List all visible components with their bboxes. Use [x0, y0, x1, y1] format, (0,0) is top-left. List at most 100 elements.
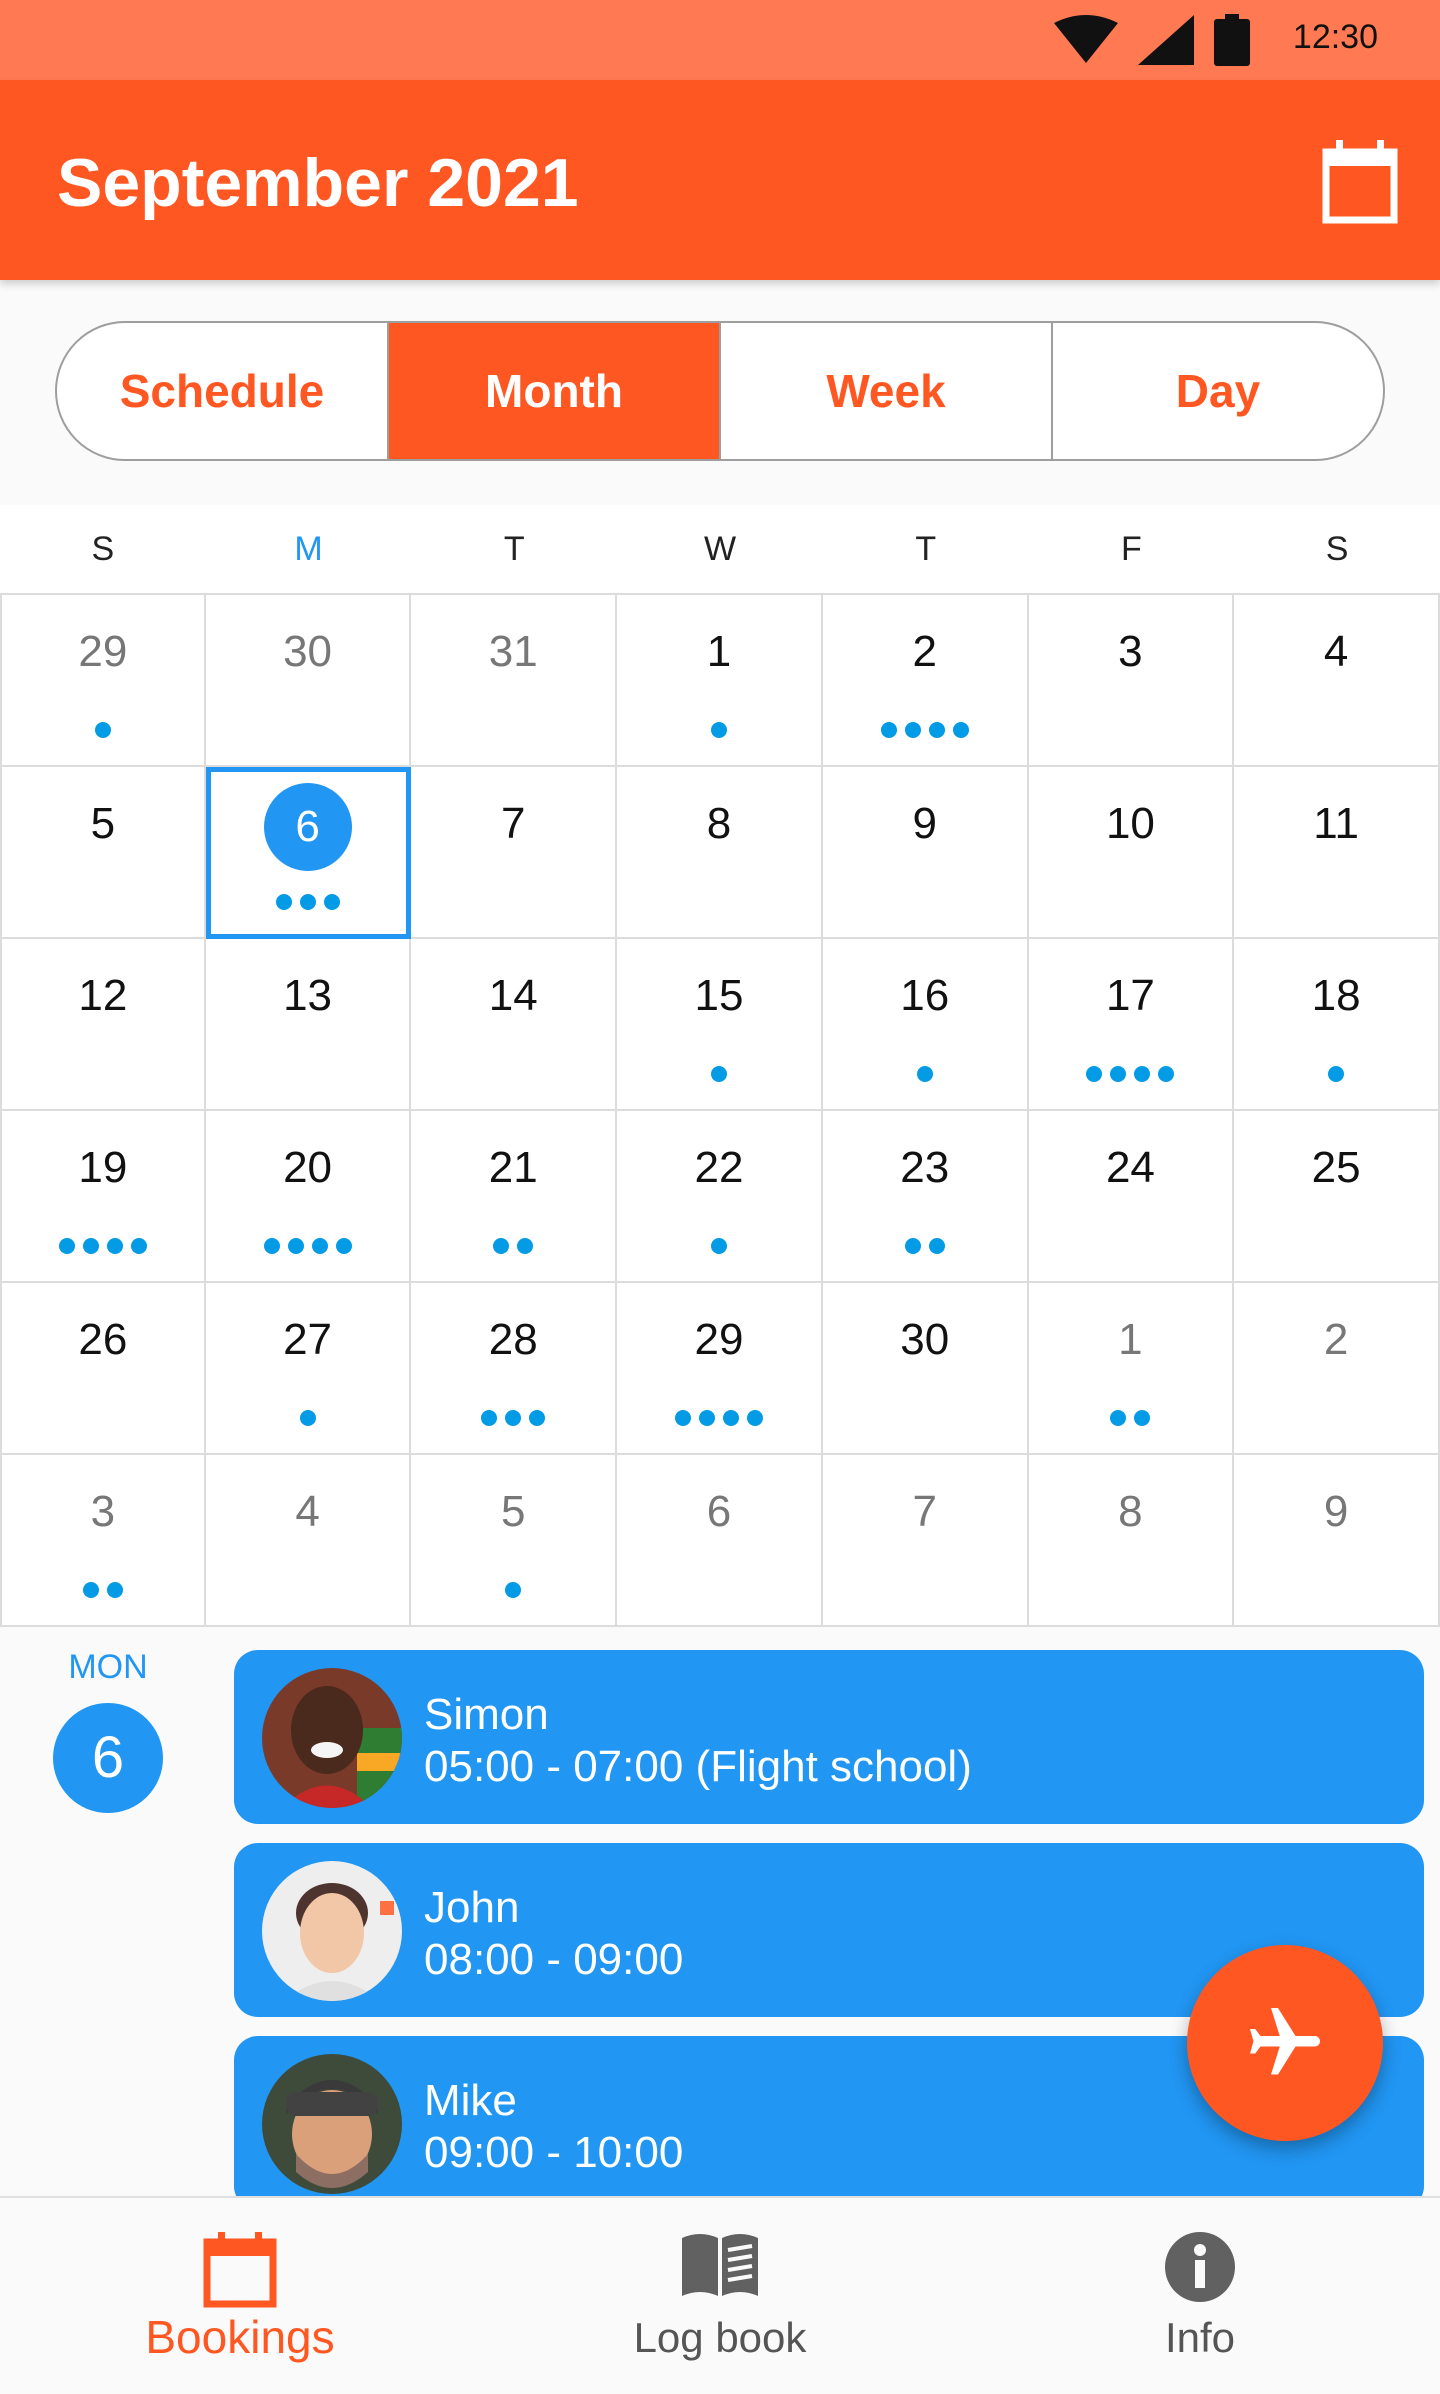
calendar-day-cell[interactable]: 12	[0, 939, 206, 1111]
event-name: Simon	[424, 1690, 549, 1739]
day-number: 29	[694, 1315, 744, 1364]
calendar-day-cell[interactable]: 19	[0, 1111, 206, 1283]
view-tabs: Schedule Month Week Day	[55, 321, 1385, 461]
day-number: 5	[90, 799, 116, 848]
selected-day-header: MON 6	[48, 1648, 168, 1813]
calendar-day-cell[interactable]: 4	[1234, 595, 1440, 767]
event-dot	[505, 1410, 522, 1426]
calendar-day-cell[interactable]: 30	[205, 595, 412, 767]
calendar-day-cell[interactable]: 6	[617, 1455, 823, 1627]
calendar-day-cell[interactable]: 15	[617, 939, 823, 1111]
event-dots	[823, 722, 1027, 738]
event-name: John	[424, 1883, 520, 1932]
day-number: 26	[78, 1315, 128, 1364]
nav-label: Bookings	[145, 2311, 335, 2363]
day-number: 17	[1105, 971, 1155, 1020]
calendar-day-cell[interactable]: 29	[617, 1283, 823, 1455]
event-dots	[206, 894, 410, 910]
calendar-day-cell[interactable]: 9	[822, 767, 1029, 939]
day-number: 12	[78, 971, 128, 1020]
nav-log-book[interactable]: Log book	[480, 2198, 960, 2394]
weekday-header: SMTWTFS	[0, 505, 1440, 595]
weekday-label: W	[703, 529, 737, 568]
day-number: 14	[488, 971, 538, 1020]
day-number: 24	[1105, 1143, 1155, 1192]
calendar-day-cell[interactable]: 30	[822, 1283, 1029, 1455]
event-dot	[493, 1238, 510, 1254]
calendar-day-cell[interactable]: 2	[822, 595, 1029, 767]
tab-week[interactable]: Week	[721, 323, 1053, 459]
calendar-day-cell[interactable]: 9	[1234, 1455, 1440, 1627]
calendar-day-cell[interactable]: 22	[617, 1111, 823, 1283]
event-dots	[617, 1410, 821, 1426]
calendar-day-cell[interactable]: 1	[617, 595, 823, 767]
event-dot	[299, 894, 316, 910]
day-number: 28	[488, 1315, 538, 1364]
calendar-day-cell[interactable]: 23	[822, 1111, 1029, 1283]
tab-day[interactable]: Day	[1053, 323, 1383, 459]
event-dots	[1234, 1066, 1438, 1082]
calendar-day-cell[interactable]: 31	[411, 595, 618, 767]
calendar-icon[interactable]	[1322, 138, 1398, 224]
event-dot	[1110, 1066, 1127, 1082]
day-number: 22	[694, 1143, 744, 1192]
event-card-simon[interactable]: Simon 05:00 - 07:00 (Flight school)	[234, 1650, 1424, 1824]
calendar-day-cell[interactable]: 14	[411, 939, 618, 1111]
calendar-day-cell[interactable]: 16	[822, 939, 1029, 1111]
calendar-day-cell[interactable]: 26	[0, 1283, 206, 1455]
bottom-navigation: Bookings Log book Info	[0, 2196, 1440, 2394]
calendar-day-cell[interactable]: 7	[822, 1455, 1029, 1627]
calendar-day-cell[interactable]: 3	[0, 1455, 206, 1627]
event-dot	[106, 1238, 123, 1254]
day-number: 30	[900, 1315, 950, 1364]
calendar-day-cell[interactable]: 25	[1234, 1111, 1440, 1283]
day-number: 3	[1118, 627, 1143, 676]
calendar-day-cell[interactable]: 8	[1028, 1455, 1235, 1627]
calendar-day-cell[interactable]: 24	[1028, 1111, 1235, 1283]
calendar-day-cell[interactable]: 18	[1234, 939, 1440, 1111]
calendar-day-cell[interactable]: 7	[411, 767, 618, 939]
calendar-day-cell[interactable]: 21	[411, 1111, 618, 1283]
nav-bookings[interactable]: Bookings	[0, 2198, 480, 2394]
event-dot	[1328, 1066, 1345, 1082]
info-icon	[1163, 2230, 1237, 2309]
calendar-grid: 29 30 31 1 2 3 4 5 6 7 8 9 10 11 12 13 14 15 16 17 18 19 20 21 2…	[0, 595, 1440, 1627]
battery-icon	[1214, 14, 1250, 66]
calendar-day-cell[interactable]: 13	[205, 939, 412, 1111]
calendar-day-cell[interactable]: 10	[1028, 767, 1235, 939]
event-time: 09:00 - 10:00	[424, 2128, 684, 2177]
calendar-day-cell[interactable]: 17	[1028, 939, 1235, 1111]
day-number: 6	[706, 1487, 732, 1536]
event-dots	[411, 1238, 615, 1254]
calendar-day-cell[interactable]: 5	[0, 767, 206, 939]
day-number: 31	[488, 627, 538, 676]
calendar-day-cell[interactable]: 8	[617, 767, 823, 939]
calendar-day-cell[interactable]: 6	[205, 767, 412, 939]
day-number: 10	[1105, 799, 1155, 848]
calendar-day-cell[interactable]: 4	[205, 1455, 412, 1627]
event-dot	[82, 1582, 99, 1598]
calendar-day-cell[interactable]: 27	[205, 1283, 412, 1455]
calendar-day-cell[interactable]: 11	[1234, 767, 1440, 939]
add-flight-button[interactable]	[1187, 1945, 1383, 2141]
calendar-day-cell[interactable]: 2	[1234, 1283, 1440, 1455]
calendar-day-cell[interactable]: 5	[411, 1455, 618, 1627]
event-dot	[710, 722, 727, 738]
weekday-label: S	[91, 529, 115, 568]
weekday-label: T	[915, 529, 937, 568]
event-dots	[2, 1238, 204, 1254]
calendar-day-cell[interactable]: 28	[411, 1283, 618, 1455]
event-dots	[823, 1066, 1027, 1082]
calendar-day-cell[interactable]: 20	[205, 1111, 412, 1283]
wifi-icon	[1054, 15, 1118, 63]
tab-schedule[interactable]: Schedule	[57, 323, 389, 459]
weekday-label: T	[503, 529, 525, 568]
nav-info[interactable]: Info	[960, 2198, 1440, 2394]
event-dots	[206, 1238, 410, 1254]
tab-month[interactable]: Month	[389, 323, 721, 459]
calendar-day-cell[interactable]: 1	[1028, 1283, 1235, 1455]
calendar-day-cell[interactable]: 29	[0, 595, 206, 767]
calendar-day-cell[interactable]: 3	[1028, 595, 1235, 767]
day-number: 7	[912, 1487, 937, 1536]
event-dot	[299, 1410, 316, 1426]
